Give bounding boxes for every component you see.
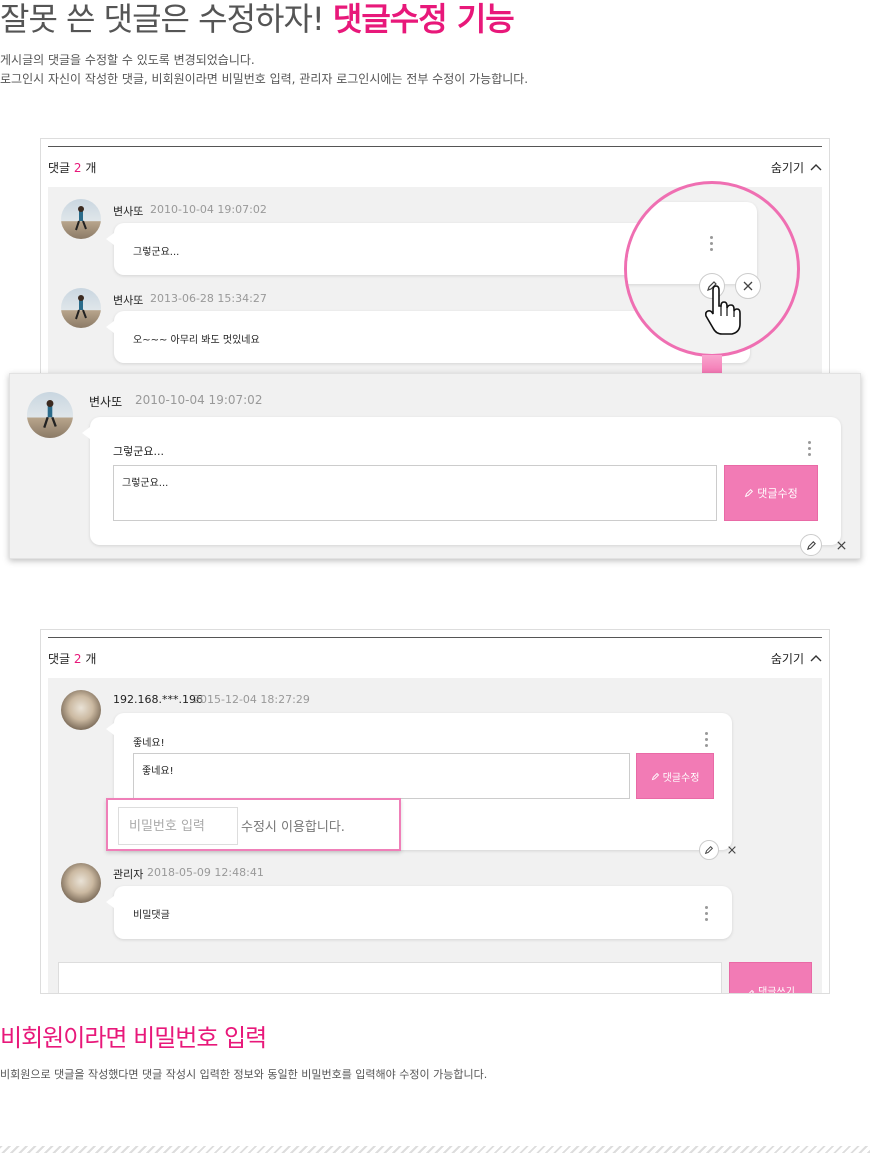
chevron-up-icon [810, 655, 822, 662]
comment-count: 댓글 2 개 [48, 160, 97, 175]
magnifier-callout [624, 181, 800, 357]
more-vertical-icon[interactable] [705, 732, 709, 747]
comment-text: 그렇군요... [113, 445, 164, 458]
pencil-icon[interactable] [800, 534, 822, 556]
pencil-icon[interactable] [699, 840, 719, 860]
close-icon[interactable] [722, 840, 742, 860]
comment-count: 댓글 2 개 [48, 651, 97, 666]
password-input[interactable] [118, 807, 238, 845]
comment-bubble: 그렇군요... 댓글수정 [82, 417, 841, 545]
comment-text: 그렇군요... [133, 247, 180, 258]
chevron-up-icon [810, 164, 822, 171]
page-desc-line2: 로그인시 자신이 작성한 댓글, 비회원이라면 비밀번호 입력, 관리자 로그인… [0, 72, 529, 86]
comment-date: 2018-05-09 12:48:41 [147, 866, 264, 879]
hide-comments-button[interactable]: 숨기기 [771, 159, 822, 176]
comment-text: 비밀댓글 [133, 910, 170, 921]
comment-edit-textarea[interactable] [113, 465, 717, 521]
password-hint: 수정시 이용합니다. [241, 820, 345, 835]
comment-date: 2015-12-04 18:27:29 [193, 693, 310, 706]
password-callout: 수정시 이용합니다. [106, 798, 401, 851]
hide-comments-button[interactable]: 숨기기 [771, 650, 822, 667]
section-desc: 비회원으로 댓글을 작성했다면 댓글 작성시 입력한 정보와 동일한 비밀번호를… [0, 1068, 488, 1081]
write-comment-button[interactable]: 댓글쓰기 [729, 962, 812, 993]
comment-bubble: 비밀댓글 [106, 886, 732, 939]
avatar [61, 288, 101, 328]
comment-edit-textarea[interactable] [133, 753, 630, 799]
comment-author: 변사또 [113, 294, 144, 307]
comment-edit-submit-button[interactable]: 댓글수정 [724, 465, 818, 521]
comment-text: 좋네요! [133, 738, 165, 749]
new-comment-input[interactable] [58, 962, 722, 993]
section-title: 비회원이라면 비밀번호 입력 [0, 1024, 267, 1052]
avatar [61, 863, 101, 903]
more-vertical-icon[interactable] [710, 236, 714, 251]
comment-author: 192.168.***.196 [113, 693, 203, 706]
comment-author: 변사또 [113, 205, 144, 218]
avatar [61, 690, 101, 730]
close-icon[interactable] [830, 534, 852, 556]
pencil-icon [748, 989, 755, 993]
pencil-icon [745, 488, 754, 498]
page-title-plain: 잘못 쓴 댓글은 수정하자! [0, 0, 325, 38]
pencil-icon [651, 772, 659, 780]
comment-header: 댓글 2 개 숨기기 [48, 638, 822, 678]
avatar [61, 199, 101, 239]
comment-date: 2010-10-04 19:07:02 [135, 393, 263, 407]
divider [0, 1146, 870, 1153]
page-title-highlight: 댓글수정 기능 [332, 0, 515, 38]
comment-text: 오~~~ 아무리 봐도 멋있네요 [133, 335, 260, 346]
comment-author: 변사또 [89, 395, 123, 409]
hand-pointer-icon [704, 285, 741, 335]
comment-edit-view: 변사또 2010-10-04 19:07:02 그렇군요... 댓글수정 [9, 373, 861, 559]
more-vertical-icon[interactable] [705, 906, 709, 921]
comment-date: 2010-10-04 19:07:02 [150, 203, 267, 216]
page-title: 잘못 쓴 댓글은 수정하자! 댓글수정 기능 [0, 0, 515, 38]
page-desc-line1: 게시글의 댓글을 수정할 수 있도록 변경되었습니다. [0, 53, 255, 67]
avatar [27, 392, 73, 438]
comment-edit-submit-button[interactable]: 댓글수정 [636, 753, 714, 799]
more-vertical-icon[interactable] [808, 441, 812, 456]
comment-author: 관리자 [113, 868, 144, 881]
comment-date: 2013-06-28 15:34:27 [150, 292, 267, 305]
